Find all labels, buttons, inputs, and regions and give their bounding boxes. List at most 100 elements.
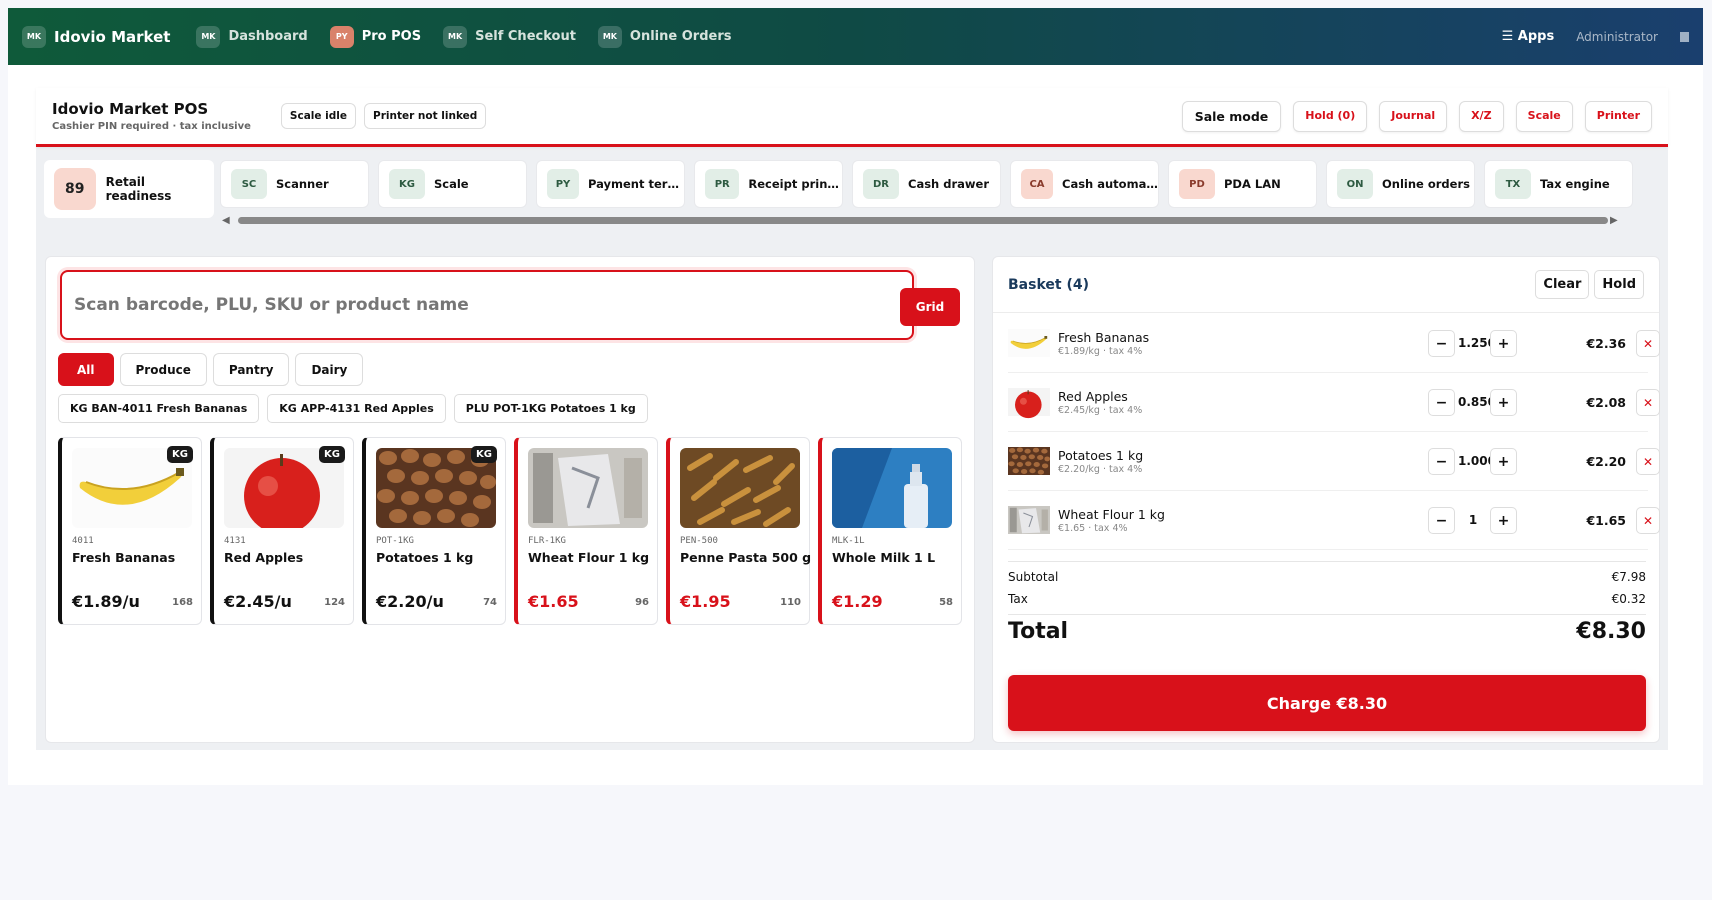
product-price: €2.20/u xyxy=(376,592,444,611)
remove-item-icon[interactable]: ✕ xyxy=(1636,389,1660,416)
product-card[interactable]: KG POT-1KG Potatoes 1 kg €2.20/u 74 xyxy=(362,437,506,625)
remove-item-icon[interactable]: ✕ xyxy=(1636,448,1660,475)
hold-button[interactable]: Hold (0) xyxy=(1293,100,1368,132)
device-code-badge: PY xyxy=(547,169,579,199)
xz-report-button[interactable]: X/Z xyxy=(1459,100,1504,132)
basket-title: Basket (4) xyxy=(1008,276,1089,293)
basket-item-meta: €1.65 · tax 4% xyxy=(1058,523,1128,534)
qty-decrease-button[interactable]: − xyxy=(1428,330,1455,357)
product-name: Fresh Bananas xyxy=(72,550,176,565)
weighed-badge: KG xyxy=(471,446,497,463)
basket-item-name: Potatoes 1 kg xyxy=(1058,448,1144,463)
product-card[interactable]: KG 4011 Fresh Bananas €1.89/u 168 xyxy=(58,437,202,625)
total-row: Total €8.30 xyxy=(1008,619,1646,644)
quick-keys: KG BAN-4011 Fresh Bananas KG APP-4131 Red… xyxy=(58,394,648,423)
product-price: €1.29 xyxy=(832,592,883,611)
nav-dashboard[interactable]: MK Dashboard xyxy=(196,25,308,48)
basket-header: Basket (4) Clear Hold xyxy=(993,257,1659,313)
printer-button[interactable]: Printer xyxy=(1584,100,1652,132)
category-tab-pantry[interactable]: Pantry xyxy=(212,353,290,386)
topbar-right: ☰ Apps Administrator xyxy=(1502,29,1689,44)
page-title: Idovio Market POS xyxy=(52,100,209,118)
device-card-ca[interactable]: CA Cash automation xyxy=(1010,160,1159,208)
apps-menu-button[interactable]: ☰ Apps xyxy=(1502,29,1555,44)
clear-basket-button[interactable]: Clear xyxy=(1535,270,1590,299)
divider xyxy=(1008,561,1646,562)
nav-self-checkout[interactable]: MK Self Checkout xyxy=(443,25,576,48)
basket-item-qty[interactable]: 1.000 xyxy=(1458,454,1496,468)
nav-label: Pro POS xyxy=(361,29,422,44)
product-image xyxy=(680,448,800,528)
product-card[interactable]: KG 4131 Red Apples €2.45/u 124 xyxy=(210,437,354,625)
device-card-pd[interactable]: PD PDA LAN xyxy=(1168,160,1317,208)
product-card[interactable]: PEN-500 Penne Pasta 500 g €1.95 110 xyxy=(666,437,811,625)
device-code-badge: ON xyxy=(1337,169,1373,199)
product-stock: 168 xyxy=(172,597,193,608)
product-sku: FLR-1KG xyxy=(528,536,566,546)
category-tab-all[interactable]: All xyxy=(58,353,114,386)
grid-button[interactable]: Grid xyxy=(900,288,960,326)
device-cards: SC Scanner KG Scale PY Payment terminal PR Rece… xyxy=(220,160,1660,208)
journal-button[interactable]: Journal xyxy=(1379,100,1448,132)
device-card-tx[interactable]: TX Tax engine xyxy=(1484,160,1633,208)
category-tab-dairy[interactable]: Dairy xyxy=(295,353,364,386)
category-tab-produce[interactable]: Produce xyxy=(119,353,207,386)
qty-decrease-button[interactable]: − xyxy=(1428,448,1455,475)
product-sku: POT-1KG xyxy=(376,536,414,546)
nav-badge: PY xyxy=(329,25,354,48)
quick-key-button[interactable]: KG APP-4131 Red Apples xyxy=(267,394,446,423)
user-menu-icon[interactable] xyxy=(1680,31,1689,42)
brand-badge: MK xyxy=(22,25,46,48)
remove-item-icon[interactable]: ✕ xyxy=(1636,330,1660,357)
device-card-on[interactable]: ON Online orders xyxy=(1326,160,1475,208)
device-code-badge: DR xyxy=(863,169,899,199)
basket-item-total: €2.36 xyxy=(1586,336,1626,351)
product-price: €1.89/u xyxy=(72,592,140,611)
device-status-row: 89 Retail readiness SC Scanner KG Scale PY Pa… xyxy=(36,154,1668,234)
quick-key-button[interactable]: PLU POT-1KG Potatoes 1 kg xyxy=(453,394,648,423)
top-navigation: MK Idovio Market MK Dashboard PY Pro POS… xyxy=(8,8,1703,65)
device-card-py[interactable]: PY Payment terminal xyxy=(536,160,685,208)
charge-button[interactable]: Charge €8.30 xyxy=(1008,675,1646,731)
basket-item-thumbnail xyxy=(1008,382,1050,422)
product-stock: 58 xyxy=(939,597,953,608)
tax-row: Tax €0.32 xyxy=(1008,588,1646,610)
product-card[interactable]: MLK-1L Whole Milk 1 L €1.29 58 xyxy=(818,437,962,625)
qty-increase-button[interactable]: + xyxy=(1490,330,1517,357)
hold-basket-button[interactable]: Hold xyxy=(1594,270,1644,299)
basket-item-qty[interactable]: 1.250 xyxy=(1458,336,1496,350)
device-card-dr[interactable]: DR Cash drawer xyxy=(852,160,1001,208)
scroll-thumb[interactable] xyxy=(238,217,1608,224)
device-card-sc[interactable]: SC Scanner xyxy=(220,160,369,208)
nav-label: Dashboard xyxy=(228,29,308,44)
remove-item-icon[interactable]: ✕ xyxy=(1636,507,1660,534)
subtotal-row: Subtotal €7.98 xyxy=(1008,566,1646,588)
device-card-kg[interactable]: KG Scale xyxy=(378,160,527,208)
weighed-badge: KG xyxy=(167,446,193,463)
qty-increase-button[interactable]: + xyxy=(1490,507,1517,534)
user-name[interactable]: Administrator xyxy=(1576,30,1658,44)
nav-pro-pos[interactable]: PY Pro POS xyxy=(329,25,422,48)
scroll-right-icon[interactable]: ▶ xyxy=(1610,215,1618,226)
readiness-card: 89 Retail readiness xyxy=(44,160,214,218)
nav-online-orders[interactable]: MK Online Orders xyxy=(597,25,731,48)
basket-item-qty[interactable]: 0.850 xyxy=(1458,395,1496,409)
scale-button[interactable]: Scale xyxy=(1515,100,1573,132)
qty-decrease-button[interactable]: − xyxy=(1428,507,1455,534)
qty-increase-button[interactable]: + xyxy=(1490,389,1517,416)
device-card-pr[interactable]: PR Receipt printer xyxy=(694,160,843,208)
product-card[interactable]: FLR-1KG Wheat Flour 1 kg €1.65 96 xyxy=(514,437,658,625)
quick-key-button[interactable]: KG BAN-4011 Fresh Bananas xyxy=(58,394,260,423)
basket-item-qty[interactable]: 1 xyxy=(1458,513,1488,527)
qty-decrease-button[interactable]: − xyxy=(1428,389,1455,416)
brand[interactable]: MK Idovio Market xyxy=(22,25,170,48)
readiness-score: 89 xyxy=(54,168,96,210)
qty-increase-button[interactable]: + xyxy=(1490,448,1517,475)
device-scrollbar[interactable]: ◀ ▶ xyxy=(220,214,1620,226)
scroll-left-icon[interactable]: ◀ xyxy=(222,215,230,226)
sale-mode-button[interactable]: Sale mode xyxy=(1181,100,1282,132)
search-input[interactable] xyxy=(74,295,829,315)
basket-totals: Subtotal €7.98 Tax €0.32 Total €8.30 xyxy=(1008,557,1646,644)
basket-row: Wheat Flour 1 kg €1.65 · tax 4% −1 + €1.65 ✕ xyxy=(1008,491,1660,550)
device-code-badge: CA xyxy=(1021,169,1053,199)
